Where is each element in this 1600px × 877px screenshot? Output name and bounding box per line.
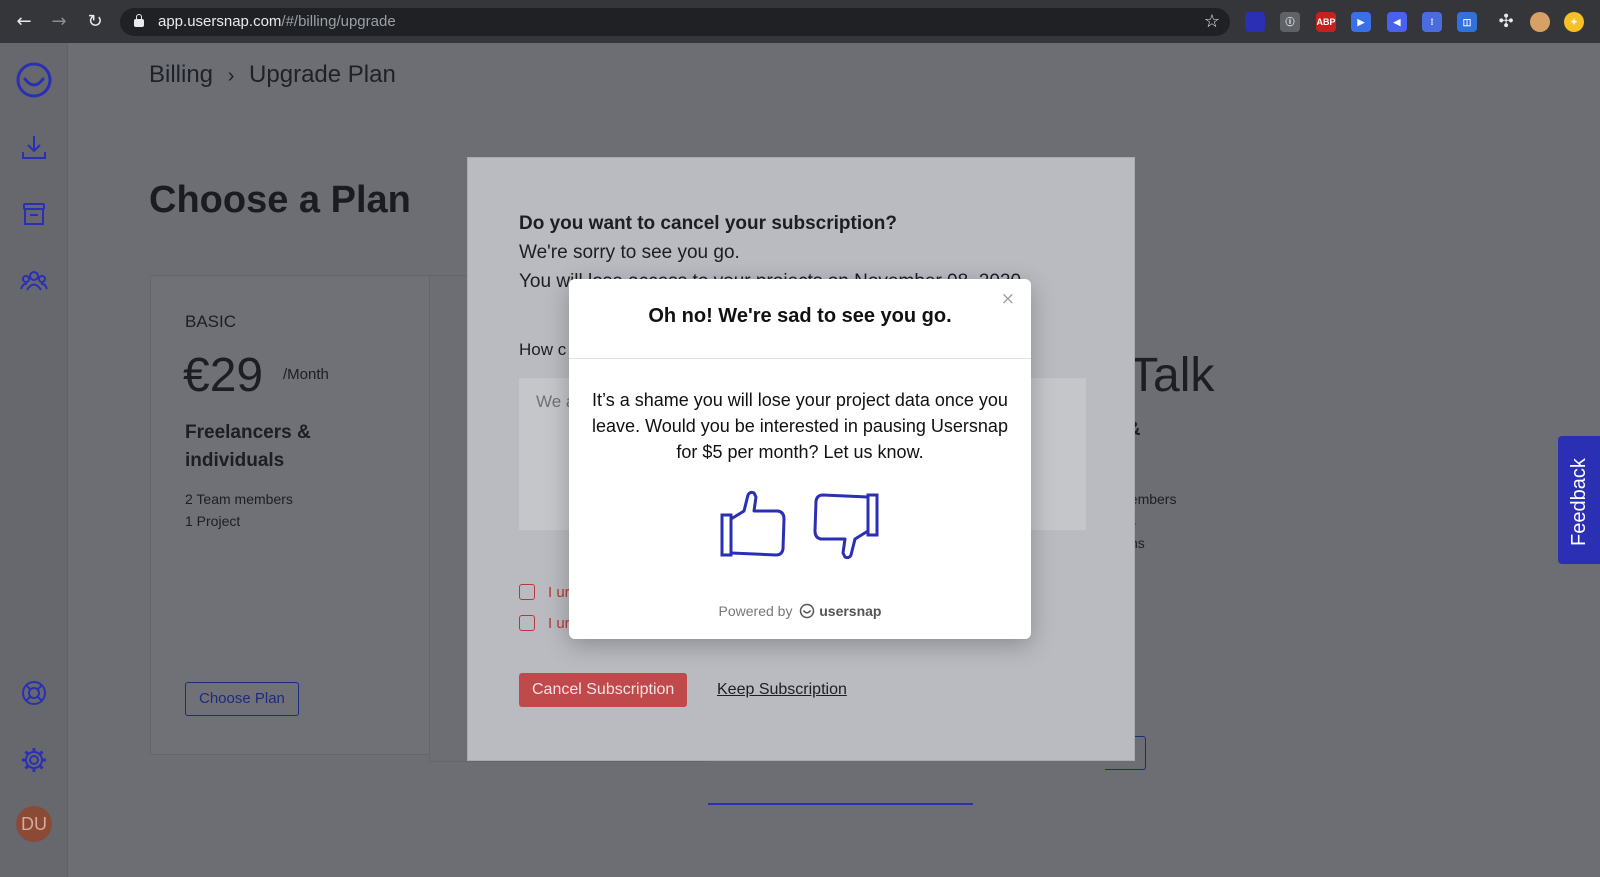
archive-icon[interactable] (18, 198, 50, 230)
usersnap-brand-text: usersnap (819, 603, 882, 619)
plan-audience: Freelancers & individuals (185, 422, 311, 471)
keep-subscription-link[interactable]: Keep Subscription (717, 681, 847, 699)
choose-plan-highlight (708, 803, 973, 805)
breadcrumb: Billing › Upgrade Plan (149, 61, 396, 89)
plan-period: /Month (283, 366, 329, 383)
avatar[interactable]: DU (16, 806, 52, 842)
url-path: /#/billing/upgrade (281, 13, 396, 30)
team-icon[interactable] (18, 265, 50, 297)
cancel-question: Do you want to cancel your subscription? (519, 213, 897, 234)
adblock-plus-icon[interactable]: ABP (1316, 12, 1336, 32)
usersnap-small-logo-icon (800, 603, 815, 619)
bookmark-star-icon[interactable]: ☆ (1204, 11, 1220, 32)
plan-card-enterprise (1125, 275, 1405, 753)
reason-label: How c (519, 340, 567, 359)
cancel-sorry-text: We're sorry to see you go. (519, 242, 740, 263)
plan-feature: 1 Project (185, 513, 241, 529)
compass-ext-icon[interactable]: ◀ (1387, 12, 1407, 32)
screen-ext-icon[interactable]: ◫ (1457, 12, 1477, 32)
survey-title: Oh no! We're sad to see you go. (648, 305, 952, 327)
address-bar[interactable]: app.usersnap.com/#/billing/upgrade ☆ (120, 8, 1230, 36)
profile-avatar[interactable] (1530, 12, 1550, 32)
breadcrumb-billing[interactable]: Billing (149, 61, 213, 88)
powered-by: Powered by usersnap (569, 603, 1031, 619)
url-text: app.usersnap.com/#/billing/upgrade (158, 13, 396, 30)
thumbs-down-icon[interactable] (812, 489, 880, 561)
page-title: Choose a Plan (149, 179, 411, 221)
survey-divider (569, 358, 1031, 359)
choose-plan-button[interactable]: Choose Plan (185, 682, 299, 716)
back-icon[interactable]: ← (12, 10, 36, 34)
forward-icon[interactable]: → (47, 10, 71, 34)
confirm-checkbox-1-label: I ur (548, 584, 570, 601)
usersnap-ext-icon[interactable] (1245, 12, 1265, 32)
plan-card-basic: BASIC €29 /Month Freelancers & individua… (150, 275, 432, 755)
usersnap-logo-icon[interactable] (15, 61, 53, 99)
feedback-tab[interactable]: Feedback (1558, 436, 1600, 564)
powered-by-text: Powered by (718, 603, 793, 619)
lock-icon (134, 14, 144, 27)
breadcrumb-separator: › (227, 65, 235, 87)
settings-gear-icon[interactable] (18, 744, 50, 776)
plan-price: €29 (183, 349, 264, 402)
url-host: app.usersnap.com (158, 13, 282, 30)
help-lifebuoy-icon[interactable] (18, 677, 50, 709)
survey-message: It’s a shame you will lose your project … (592, 390, 1008, 462)
reload-icon[interactable]: ↻ (83, 10, 107, 34)
breadcrumb-current: Upgrade Plan (249, 61, 396, 88)
download-icon[interactable] (18, 131, 50, 163)
confirm-checkbox-2[interactable] (519, 615, 535, 631)
plan-name: BASIC (185, 312, 237, 331)
confirm-checkbox-2-label: I ur (548, 615, 570, 632)
arrow-ext-icon[interactable]: ▶ (1351, 12, 1371, 32)
grid-ext-icon[interactable]: ⁞ (1422, 12, 1442, 32)
info-ext-icon[interactable]: ⓘ (1280, 12, 1300, 32)
extensions-puzzle-icon[interactable]: ✣ (1496, 12, 1516, 32)
thumbs-up-icon[interactable] (720, 489, 788, 561)
cancel-subscription-button[interactable]: Cancel Subscription (519, 673, 688, 707)
plan-price-talk: Talk (1129, 349, 1215, 402)
plan-feature: 2 Team members (185, 491, 293, 507)
profile-badge-icon[interactable]: ✦ (1564, 12, 1584, 32)
survey-popup: × Oh no! We're sad to see you go. It’s a… (569, 279, 1031, 639)
sidebar: DU (0, 43, 68, 877)
browser-toolbar: ← → ↻ app.usersnap.com/#/billing/upgrade… (0, 0, 1600, 43)
feedback-label: Feedback (1568, 458, 1590, 546)
confirm-checkbox-1[interactable] (519, 584, 535, 600)
